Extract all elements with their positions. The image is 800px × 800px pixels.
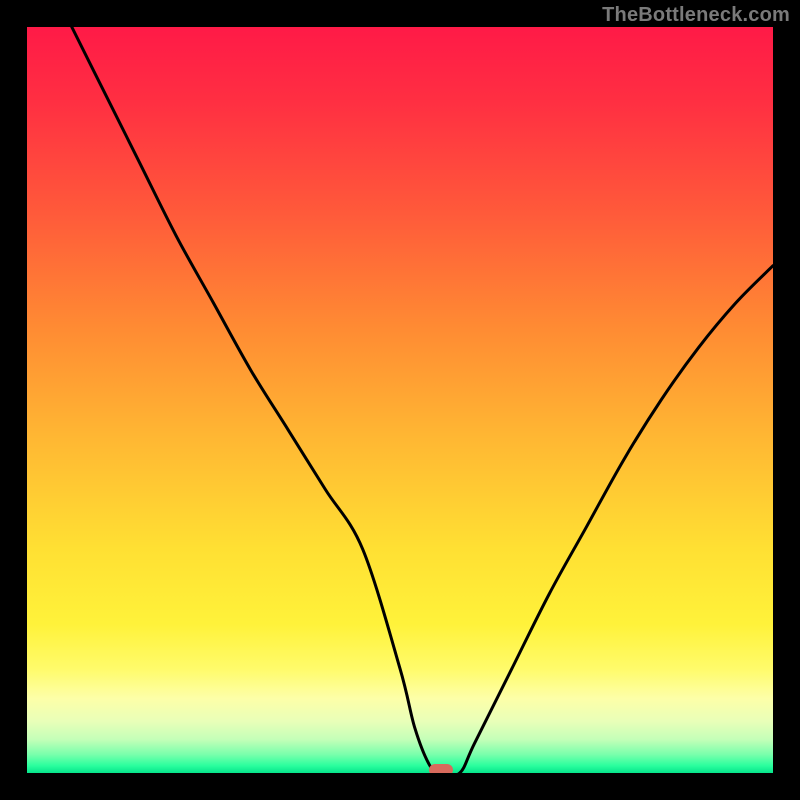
optimal-marker: [429, 764, 453, 773]
chart-frame: TheBottleneck.com: [0, 0, 800, 800]
bottleneck-curve: [27, 27, 773, 773]
plot-area: [27, 27, 773, 773]
watermark-text: TheBottleneck.com: [602, 4, 790, 27]
